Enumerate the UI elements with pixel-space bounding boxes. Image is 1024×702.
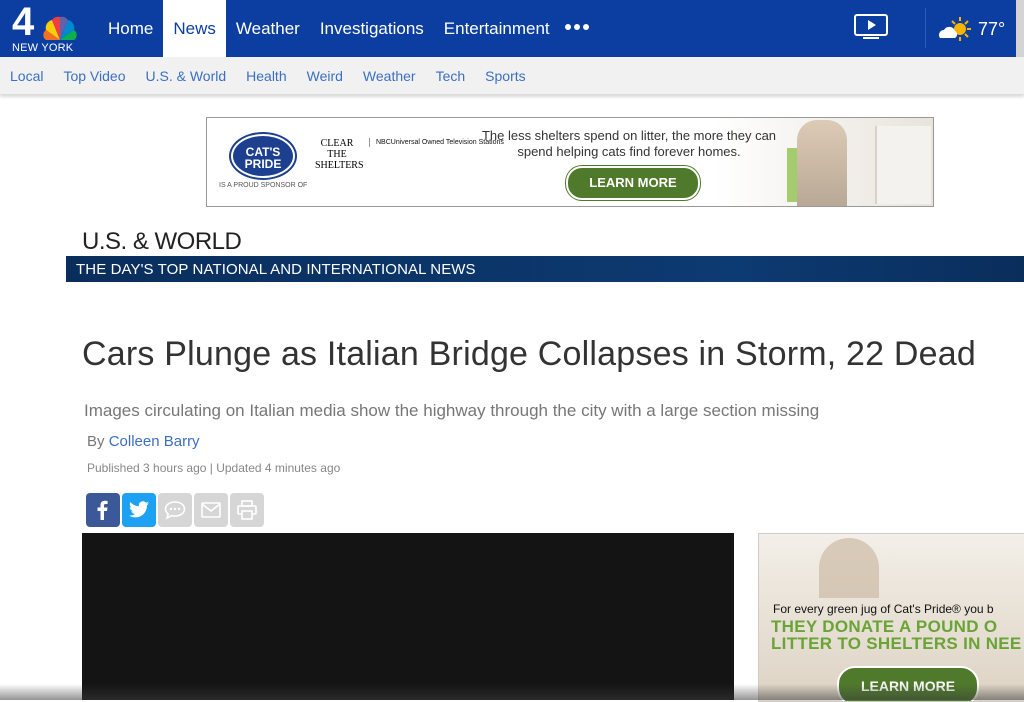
subnav-weird[interactable]: Weird — [307, 68, 343, 84]
nav-divider — [925, 8, 926, 48]
side-ad[interactable]: For every green jug of Cat's Pride® you … — [758, 533, 1024, 702]
sub-navigation-bar: Local Top Video U.S. & World Health Weir… — [0, 57, 1024, 95]
peacock-icon — [43, 16, 77, 40]
ad-person-image — [797, 120, 847, 206]
email-icon — [201, 502, 221, 518]
byline: By Colleen Barry — [87, 433, 200, 450]
logo-city: NEW YORK — [12, 42, 74, 54]
section-tagline: THE DAY'S TOP NATIONAL AND INTERNATIONAL… — [76, 261, 476, 278]
bottom-overlay-bar — [0, 684, 1024, 700]
video-play-icon[interactable] — [854, 14, 888, 40]
subnav-tech[interactable]: Tech — [436, 68, 466, 84]
top-navigation-bar: 4 NEW YORK Home News Weather Investigati… — [0, 0, 1024, 57]
section-tagline-band: THE DAY'S TOP NATIONAL AND INTERNATIONAL… — [66, 256, 1024, 282]
main-nav: Home News Weather Investigations Enterta… — [98, 0, 560, 57]
side-ad-headline-line-b: LITTER TO SHELTERS IN NEE — [771, 634, 1022, 653]
article-headline: Cars Plunge as Italian Bridge Collapses … — [82, 335, 976, 373]
ad-learn-more-button[interactable]: LEARN MORE — [566, 166, 700, 200]
print-icon — [237, 500, 257, 520]
subnav-us-world[interactable]: U.S. & World — [145, 68, 226, 84]
facebook-share-button[interactable] — [86, 493, 120, 527]
cats-pride-logo: CAT'S PRIDE — [229, 132, 297, 180]
share-toolbar — [86, 493, 264, 527]
facebook-icon — [97, 500, 108, 520]
side-ad-headline: THEY DONATE A POUND O LITTER TO SHELTERS… — [771, 618, 1022, 652]
video-player[interactable] — [82, 533, 734, 700]
author-link[interactable]: Colleen Barry — [109, 433, 200, 450]
email-button[interactable] — [194, 493, 228, 527]
section-title[interactable]: U.S. & WORLD — [82, 228, 242, 256]
weather-widget[interactable]: 77° — [936, 16, 1005, 42]
byline-prefix: By — [87, 433, 105, 450]
published-timestamp: Published 3 hours ago | Updated 4 minute… — [87, 461, 341, 475]
subnav-sports[interactable]: Sports — [485, 68, 525, 84]
ellipsis-icon[interactable] — [565, 24, 589, 30]
twitter-icon — [129, 501, 149, 518]
logo-number: 4 — [12, 0, 35, 44]
subnav-top-video[interactable]: Top Video — [63, 68, 125, 84]
nav-news[interactable]: News — [163, 0, 226, 57]
subnav-local[interactable]: Local — [10, 68, 43, 84]
nbc4-logo[interactable]: 4 NEW YORK — [10, 2, 80, 54]
side-ad-line1: For every green jug of Cat's Pride® you … — [773, 602, 994, 616]
nav-entertainment[interactable]: Entertainment — [434, 0, 560, 57]
sponsor-text: IS A PROUD SPONSOR OF — [219, 182, 308, 189]
side-ad-headline-line-a: THEY DONATE A POUND O — [771, 617, 998, 636]
nav-home[interactable]: Home — [98, 0, 163, 57]
ad-message: The less shelters spend on litter, the m… — [481, 128, 777, 159]
partly-sunny-icon — [939, 17, 971, 41]
print-button[interactable] — [230, 493, 264, 527]
twitter-share-button[interactable] — [122, 493, 156, 527]
subnav-health[interactable]: Health — [246, 68, 286, 84]
comment-button[interactable] — [158, 493, 192, 527]
temperature: 77° — [978, 18, 1006, 39]
banner-ad[interactable]: CAT'S PRIDE IS A PROUD SPONSOR OF CLEAR … — [206, 117, 934, 207]
ad-window-image — [875, 126, 931, 204]
nav-weather[interactable]: Weather — [226, 0, 310, 57]
comment-icon — [164, 501, 186, 520]
nav-investigations[interactable]: Investigations — [310, 0, 434, 57]
side-ad-person-image — [819, 538, 879, 598]
subnav-weather[interactable]: Weather — [363, 68, 416, 84]
article-dek: Images circulating on Italian media show… — [84, 401, 820, 420]
clear-the-shelters-logo: CLEAR THE SHELTERS — [315, 138, 364, 171]
